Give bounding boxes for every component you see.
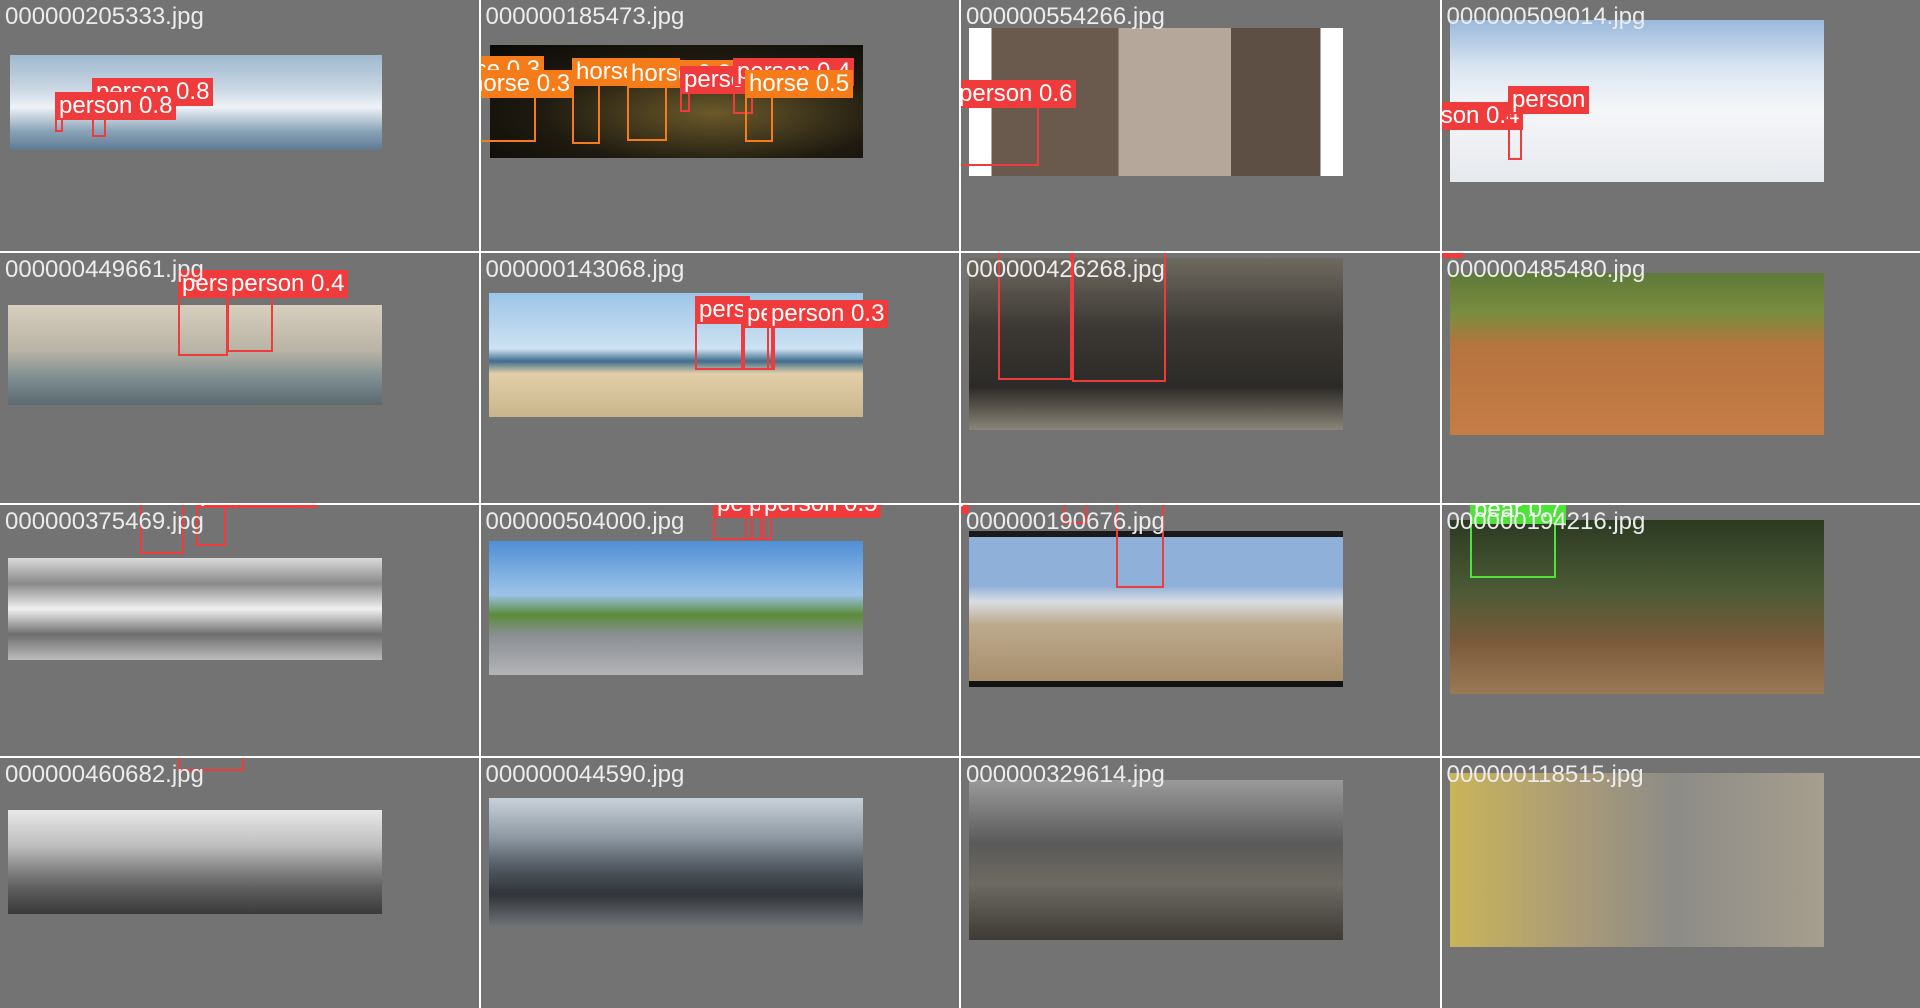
tile-image (1449, 272, 1824, 435)
detection-label: person 0.3 (767, 300, 889, 328)
tile-image (1449, 20, 1824, 182)
mosaic-tile: 000000190676.jpgperson 0.5person 0.3pers… (961, 505, 1440, 756)
tile-image (1449, 772, 1824, 947)
detection-box: horse 0.3 (627, 60, 736, 141)
mosaic-tile: 000000509014.jpgperson 0.3person 0.3pers… (1441, 0, 1920, 251)
detection-label: person 0.4 (227, 270, 349, 298)
detection-box: person (1508, 86, 1590, 160)
tile-filename: 000000205333.jpg (5, 3, 204, 30)
detection-label: horse 0.5 (745, 70, 854, 98)
tile-filename: 000000118515.jpg (1446, 760, 1644, 788)
mosaic-tile: 000000485480.jpgperson 0.9person 0.9pers… (1441, 252, 1920, 503)
mosaic-tile: 000000044590.jpgperson 0.5person 0.3pers… (480, 757, 959, 1008)
tile-filename: 000000185473.jpg (485, 3, 685, 30)
detection-box: person 0.8 (55, 92, 177, 132)
detection-grid: 000000205333.jpgperson 0.8person 0.80000… (0, 0, 1920, 1008)
mosaic-tile: 000000185473.jpghorse 0.3horse 0.3horse … (480, 0, 959, 251)
tile-filename: 000000044590.jpg (485, 760, 685, 788)
tile-filename: 000000509014.jpg (1446, 3, 1646, 30)
detection-box: horse 0.4 (572, 58, 681, 144)
detection-box: horse 0.5 (745, 70, 854, 142)
tile-image (969, 779, 1343, 940)
tile-image (488, 797, 863, 926)
tile-filename: 000000426268.jpg (966, 255, 1165, 283)
tile-filename: 000000554266.jpg (966, 3, 1165, 30)
tile-filename: 000000194216.jpg (1446, 508, 1646, 535)
detection-box: person (178, 270, 260, 356)
mosaic-tile: 000000554266.jpg person 0.6 (961, 0, 1440, 251)
mosaic-tile: 000000460682.jpgperson 0.3 (0, 757, 479, 1008)
detection-label: person 0.8 (55, 92, 177, 120)
detection-box: horse 0.3 (480, 70, 575, 142)
detection-box: person 0.4 (680, 66, 802, 112)
detection-label: person 0.6 (961, 80, 1077, 108)
tile-filename: 000000485480.jpg (1446, 255, 1646, 283)
detection-box: pers (695, 296, 750, 370)
mosaic-tile: 000000205333.jpgperson 0.8person 0.8 (0, 0, 479, 251)
tile-filename: 000000449661.jpg (5, 255, 204, 283)
tile-filename: 000000329614.jpg (966, 760, 1165, 788)
mosaic-tile: 000000375469.jpgperson 0.8person 0.8 (0, 505, 479, 756)
tile-filename: 000000143068.jpg (485, 255, 685, 283)
tile-filename: 000000375469.jpg (5, 508, 204, 535)
tile-image (488, 541, 863, 675)
tile-image (8, 809, 382, 914)
tile-image (8, 558, 382, 660)
detection-box: person 0.3 (767, 300, 889, 370)
mosaic-tile: 000000118515.jpgcat 0.8 (1441, 757, 1920, 1008)
detection-box: person 0.6 (961, 80, 1077, 166)
mosaic-tile: 000000194216.jpgbear 0.7cow 0.3cobear 0.… (1441, 505, 1920, 756)
mosaic-tile: 000000143068.jpg pers pe person 0.3 (480, 252, 959, 503)
tile-filename: 000000460682.jpg (5, 760, 204, 788)
mosaic-tile: 000000449661.jpg person person 0.4 (0, 252, 479, 503)
mosaic-tile: 000000426268.jpgpersperson 0.7person 0.4… (961, 252, 1440, 503)
detection-label: horse 0.3 (480, 70, 575, 98)
detection-label: pers (695, 296, 750, 324)
tile-filename: 000000190676.jpg (966, 508, 1165, 535)
detection-box: person 0.5 (760, 505, 882, 540)
detection-label: person 0.5 (760, 505, 882, 518)
mosaic-tile: 000000504000.jpgperson 0.3person 0.4pers… (480, 505, 959, 756)
mosaic-tile: 000000329614.jpgperson 0.7 (961, 757, 1440, 1008)
tile-filename: 000000504000.jpg (485, 508, 685, 535)
detection-box: person 0.4 (227, 270, 349, 352)
detection-label: person 0.8 (196, 505, 318, 508)
detection-label: person (1508, 86, 1590, 114)
